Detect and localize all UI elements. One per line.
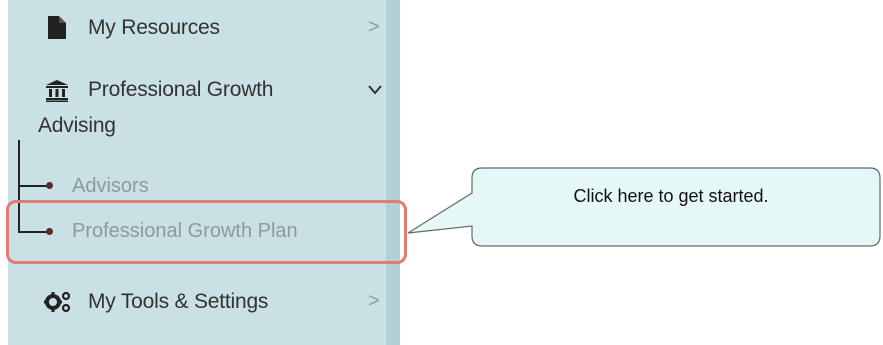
callout-text: Click here to get started. xyxy=(573,186,769,206)
callout-bubble xyxy=(407,167,881,247)
